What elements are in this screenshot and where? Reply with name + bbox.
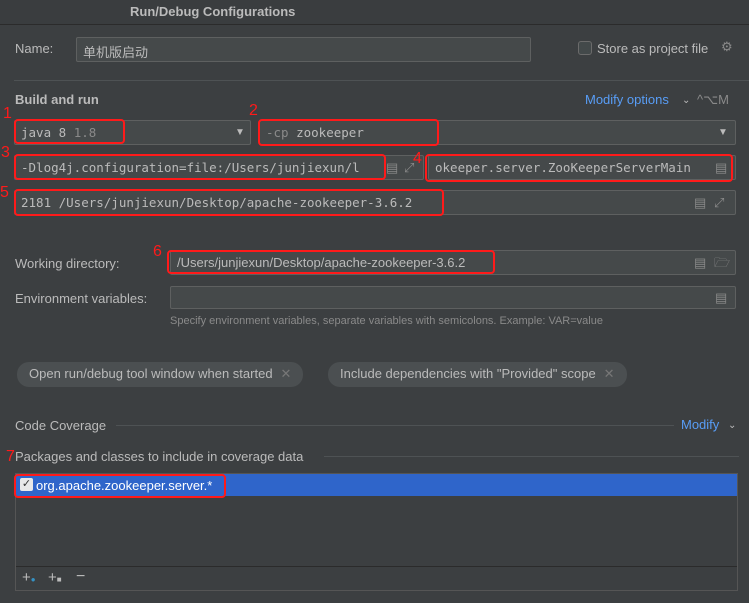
gear-icon[interactable]: ⚙ bbox=[721, 39, 733, 55]
document-icon[interactable]: ▤ bbox=[694, 195, 706, 211]
divider bbox=[16, 566, 737, 567]
shortcut-hint: ^⌥M bbox=[697, 92, 729, 107]
divider bbox=[324, 456, 739, 457]
dropdown-arrow-icon[interactable]: ▼ bbox=[235, 127, 245, 138]
annotation-box-7 bbox=[14, 474, 226, 498]
document-icon[interactable]: ▤ bbox=[715, 290, 727, 306]
modify-options-link[interactable]: Modify options bbox=[585, 92, 669, 107]
annotation-4: 4 bbox=[413, 150, 422, 167]
annotation-box-6 bbox=[167, 250, 495, 274]
chevron-down-icon: ⌄ bbox=[728, 420, 737, 431]
name-label: Name: bbox=[15, 41, 54, 56]
chip-label: Include dependencies with "Provided" sco… bbox=[340, 366, 596, 381]
coverage-modify-link[interactable]: Modify bbox=[681, 417, 719, 432]
window-title: Run/Debug Configurations bbox=[130, 4, 296, 19]
build-run-heading: Build and run bbox=[15, 92, 99, 107]
close-icon[interactable]: ✕ bbox=[604, 366, 615, 381]
env-vars-label: Environment variables: bbox=[15, 291, 148, 306]
name-input[interactable]: 单机版启动 bbox=[76, 37, 531, 62]
chip-open-tool-window[interactable]: Open run/debug tool window when started ✕ bbox=[17, 362, 304, 387]
folder-icon[interactable]: 🗁 bbox=[714, 254, 730, 276]
chip-label: Open run/debug tool window when started bbox=[29, 366, 273, 381]
annotation-box-4 bbox=[425, 154, 733, 182]
close-icon[interactable]: ✕ bbox=[281, 366, 292, 381]
annotation-box-5 bbox=[14, 189, 444, 216]
annotation-box-1 bbox=[14, 119, 125, 144]
annotation-box-2 bbox=[258, 119, 439, 146]
remove-button[interactable]: − bbox=[76, 568, 85, 586]
annotation-2: 2 bbox=[249, 102, 258, 119]
chevron-down-icon: ⌄ bbox=[682, 95, 691, 106]
add-class-button[interactable]: +● bbox=[22, 569, 36, 586]
divider bbox=[14, 80, 749, 81]
store-project-label: Store as project file bbox=[597, 41, 709, 56]
annotation-5: 5 bbox=[0, 184, 9, 201]
chip-provided-scope[interactable]: Include dependencies with "Provided" sco… bbox=[328, 362, 627, 387]
document-icon[interactable]: ▤ bbox=[694, 255, 706, 271]
divider bbox=[116, 425, 674, 426]
annotation-3: 3 bbox=[1, 144, 10, 161]
annotation-1: 1 bbox=[3, 105, 12, 122]
add-package-button[interactable]: +■ bbox=[48, 569, 62, 586]
code-coverage-heading: Code Coverage bbox=[15, 418, 107, 433]
title-bar: Run/Debug Configurations bbox=[0, 0, 749, 25]
env-vars-hint: Specify environment variables, separate … bbox=[170, 315, 603, 327]
annotation-box-3 bbox=[14, 154, 386, 180]
annotation-6: 6 bbox=[153, 243, 162, 260]
working-dir-label: Working directory: bbox=[15, 256, 120, 271]
expand-icon[interactable]: ⤢ bbox=[714, 195, 724, 211]
store-project-checkbox[interactable] bbox=[578, 41, 592, 55]
dropdown-arrow-icon[interactable]: ▼ bbox=[718, 127, 728, 138]
env-vars-input[interactable] bbox=[170, 286, 736, 309]
packages-heading: Packages and classes to include in cover… bbox=[15, 449, 304, 464]
document-icon[interactable]: ▤ bbox=[386, 160, 398, 176]
annotation-7: 7 bbox=[6, 448, 15, 465]
